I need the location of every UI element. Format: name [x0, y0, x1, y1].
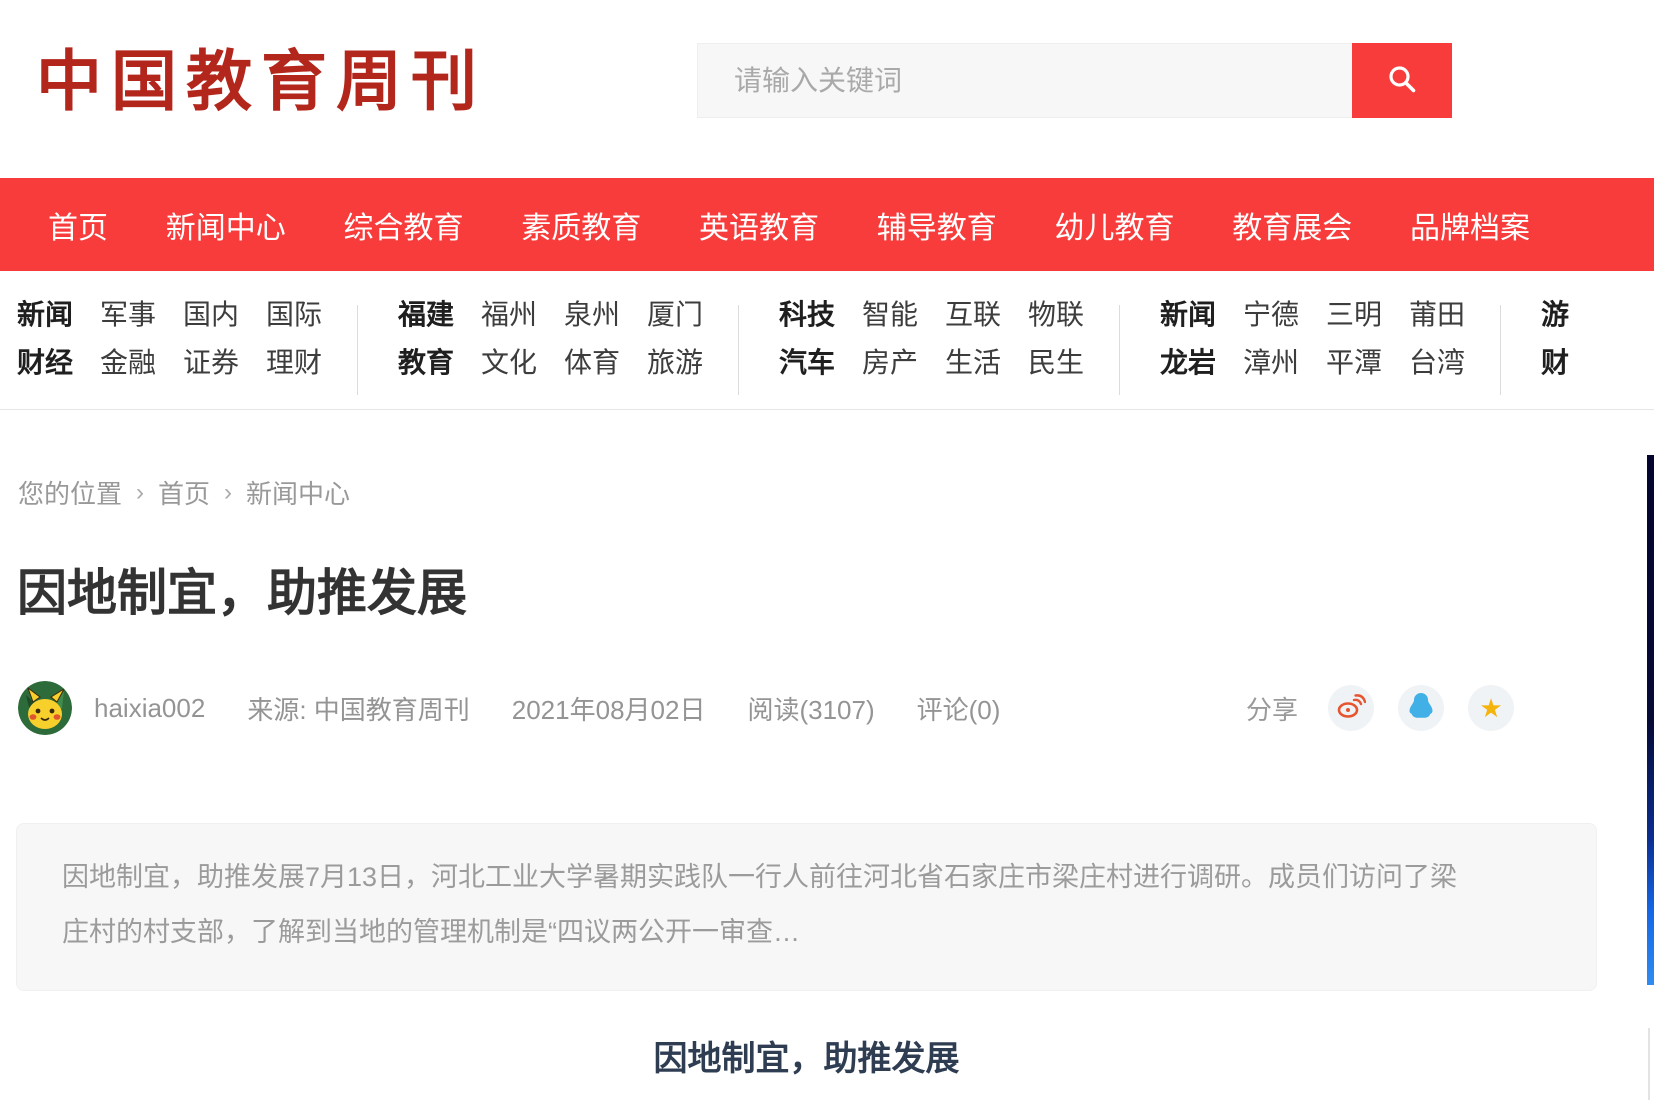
share-qq-button[interactable]	[1398, 685, 1444, 731]
subnav-link-iot[interactable]: 物联	[1028, 291, 1084, 339]
subnav-link-internet[interactable]: 互联	[945, 291, 1001, 339]
subnav-link-military[interactable]: 军事	[100, 291, 156, 339]
subnav-link-culture[interactable]: 文化	[481, 339, 537, 387]
breadcrumb-home[interactable]: 首页	[158, 474, 210, 511]
search-button[interactable]	[1352, 43, 1452, 118]
breadcrumb-news-center[interactable]: 新闻中心	[246, 474, 350, 511]
article-date: 2021年08月02日	[512, 690, 706, 727]
subnav-link-pingtan[interactable]: 平潭	[1326, 339, 1382, 387]
search-icon	[1386, 63, 1418, 98]
subnav-link-taiwan[interactable]: 台湾	[1409, 339, 1465, 387]
subnav-link-livelihood[interactable]: 民生	[1028, 339, 1084, 387]
article-summary-box: 因地制宜，助推发展7月13日，河北工业大学暑期实践队一行人前往河北省石家庄市梁庄…	[16, 823, 1597, 991]
avatar[interactable]	[18, 681, 72, 735]
nav-item-home[interactable]: 首页	[48, 203, 108, 247]
author-name[interactable]: haixia002	[94, 693, 205, 724]
subnav-link-ningde[interactable]: 宁德	[1243, 291, 1299, 339]
favorite-button[interactable]: ★	[1468, 685, 1514, 731]
subnav-category-finance[interactable]: 财经	[17, 339, 73, 387]
subnav-link-life[interactable]: 生活	[945, 339, 1001, 387]
subnav-group-clipped: 游 财	[1541, 291, 1654, 409]
article-body-heading: 因地制宜，助推发展	[16, 1031, 1597, 1080]
nav-item-tutoring-education[interactable]: 辅导教育	[877, 203, 997, 247]
subnav-link-sanming[interactable]: 三明	[1326, 291, 1382, 339]
subnav-category-tech[interactable]: 科技	[779, 291, 835, 339]
subnav-divider	[357, 305, 358, 395]
subnav-divider	[738, 305, 739, 395]
subnav-link-xiamen[interactable]: 厦门	[647, 291, 703, 339]
subnav-group-fujian-education: 福建 福州 泉州 厦门 教育 文化 体育 旅游	[398, 291, 698, 409]
subnav-link-wealth[interactable]: 理财	[266, 339, 322, 387]
subnav-category-you[interactable]: 游	[1541, 291, 1569, 339]
subnav-group-news-finance: 新闻 军事 国内 国际 财经 金融 证券 理财	[17, 291, 317, 409]
weibo-icon	[1336, 691, 1366, 726]
summary-line: 因地制宜，助推发展7月13日，河北工业大学暑期实践队一行人前往河北省石家庄市梁庄…	[62, 850, 1551, 905]
subnav-link-international[interactable]: 国际	[266, 291, 322, 339]
main-nav: 首页 新闻中心 综合教育 素质教育 英语教育 辅导教育 幼儿教育 教育展会 品牌…	[0, 178, 1654, 271]
search-input[interactable]	[697, 43, 1352, 118]
page-title: 因地制宜，助推发展	[17, 553, 1654, 625]
subnav-category-longyan[interactable]: 龙岩	[1160, 339, 1216, 387]
subnav-category-fujian[interactable]: 福建	[398, 291, 454, 339]
nav-item-comprehensive-education[interactable]: 综合教育	[344, 203, 464, 247]
breadcrumb-prefix: 您的位置	[18, 474, 122, 511]
subnav-divider	[1500, 305, 1501, 395]
subnav-link-quanzhou[interactable]: 泉州	[564, 291, 620, 339]
subnav-link-travel[interactable]: 旅游	[647, 339, 703, 387]
subnav-category-auto[interactable]: 汽车	[779, 339, 835, 387]
subnav-category-cai[interactable]: 财	[1541, 339, 1569, 387]
star-icon: ★	[1479, 695, 1502, 721]
search-bar	[697, 43, 1452, 118]
nav-item-preschool-education[interactable]: 幼儿教育	[1055, 203, 1175, 247]
subnav-group-tech-auto: 科技 智能 互联 物联 汽车 房产 生活 民生	[779, 291, 1079, 409]
right-edge-ad-strip[interactable]	[1647, 455, 1654, 985]
subnav-category-news[interactable]: 新闻	[17, 291, 73, 339]
breadcrumb-separator: ›	[136, 479, 144, 507]
subnav-link-banking[interactable]: 金融	[100, 339, 156, 387]
comment-count[interactable]: 评论(0)	[917, 690, 1001, 727]
summary-line: 庄村的村支部，了解到当地的管理机制是“四议两公开一审查…	[62, 905, 1551, 960]
subnav-link-putian[interactable]: 莆田	[1409, 291, 1465, 339]
breadcrumb: 您的位置 › 首页 › 新闻中心	[0, 410, 1654, 511]
nav-item-news-center[interactable]: 新闻中心	[166, 203, 286, 247]
subnav-divider	[1119, 305, 1120, 395]
breadcrumb-separator: ›	[224, 479, 232, 507]
subnav-group-regional-news: 新闻 宁德 三明 莆田 龙岩 漳州 平潭 台湾	[1160, 291, 1460, 409]
subnav-link-ai[interactable]: 智能	[862, 291, 918, 339]
share-bar: 分享 ★	[1246, 685, 1514, 731]
secondary-nav: 新闻 军事 国内 国际 财经 金融 证券 理财 福建 福州 泉州 厦门 教育	[0, 271, 1654, 410]
nav-item-brand-archive[interactable]: 品牌档案	[1410, 203, 1530, 247]
qq-icon	[1407, 691, 1435, 726]
subnav-link-zhangzhou[interactable]: 漳州	[1243, 339, 1299, 387]
nav-item-quality-education[interactable]: 素质教育	[521, 203, 641, 247]
page: 中国教育周刊 首页 新闻中心 综合教育 素质教育 英语教育 辅导教育 幼儿教育 …	[0, 0, 1654, 1100]
subnav-link-fuzhou[interactable]: 福州	[481, 291, 537, 339]
share-weibo-button[interactable]	[1328, 685, 1374, 731]
subnav-link-domestic[interactable]: 国内	[183, 291, 239, 339]
subnav-link-securities[interactable]: 证券	[183, 339, 239, 387]
share-label: 分享	[1246, 690, 1298, 727]
subnav-category-education[interactable]: 教育	[398, 339, 454, 387]
nav-item-education-expo[interactable]: 教育展会	[1232, 203, 1352, 247]
read-count: 阅读(3107)	[747, 690, 874, 727]
subnav-link-sports[interactable]: 体育	[564, 339, 620, 387]
right-panel-edge	[1648, 1028, 1650, 1100]
site-logo[interactable]: 中国教育周刊	[36, 28, 486, 124]
nav-item-english-education[interactable]: 英语教育	[699, 203, 819, 247]
article-meta-row: haixia002 来源: 中国教育周刊 2021年08月02日 阅读(3107…	[0, 681, 1654, 735]
subnav-category-news2[interactable]: 新闻	[1160, 291, 1216, 339]
header: 中国教育周刊	[0, 0, 1654, 178]
subnav-link-realestate[interactable]: 房产	[862, 339, 918, 387]
article-source: 来源: 中国教育周刊	[247, 690, 469, 727]
